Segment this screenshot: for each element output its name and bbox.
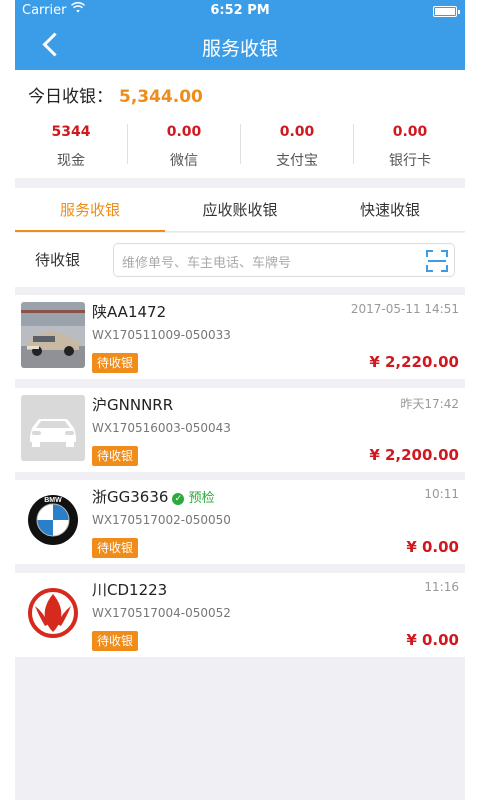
plate-text: 陕AA1472 <box>92 303 167 321</box>
order-date: 10:11 <box>424 487 459 501</box>
order-amount: ¥ 0.00 <box>406 631 459 649</box>
dongfeng-logo-icon <box>21 580 85 646</box>
order-date: 2017-05-11 14:51 <box>350 302 459 316</box>
plate-number: 沪GNNNRR <box>92 394 173 415</box>
today-amount: 5,344.00 <box>119 87 203 107</box>
cashier-summary: 今日收银： 5,344.00 5344 现金 0.00 微信 0.00 支付宝 0… <box>15 70 465 178</box>
plate-text: 川CD1223 <box>92 581 168 599</box>
list-item[interactable]: 川CD1223 11:16 WX170517004-050052 待收银 ¥ 0… <box>15 573 465 657</box>
payment-bank-card: 0.00 银行卡 <box>354 120 465 170</box>
order-number: WX170517004-050052 <box>92 606 231 620</box>
tab-bar: 服务收银 应收账收银 快速收银 <box>15 188 465 232</box>
page-title: 服务收银 <box>201 38 278 60</box>
payment-cash: 5344 现金 <box>15 120 127 170</box>
app-screen: Carrier 6:52 PM 服务收银 今日收银： 5,344.00 5344 … <box>15 0 465 800</box>
order-date: 11:16 <box>424 580 459 594</box>
payment-value: 0.00 <box>392 124 428 140</box>
order-number: WX170517002-050050 <box>92 513 231 527</box>
check-icon: ✓ <box>172 493 185 505</box>
tab-receivable-cashier[interactable]: 应收账收银 <box>165 188 315 232</box>
payment-wechat: 0.00 微信 <box>128 120 240 170</box>
payment-label: 支付宝 <box>276 153 318 169</box>
battery-icon <box>433 6 460 17</box>
status-bar: Carrier 6:52 PM <box>15 0 465 22</box>
payment-label: 银行卡 <box>389 153 431 169</box>
order-amount: ¥ 2,220.00 <box>369 353 459 371</box>
payment-alipay: 0.00 支付宝 <box>241 120 353 170</box>
plate-text: 浙GG3636 <box>92 488 169 506</box>
status-filter-label[interactable]: 待收银 <box>35 249 80 270</box>
status-badge: 待收银 <box>92 538 139 558</box>
tab-quick-cashier[interactable]: 快速收银 <box>315 188 465 232</box>
status-badge: 待收银 <box>92 446 139 466</box>
list-item[interactable]: 陕AA1472 2017-05-11 14:51 WX170511009-050… <box>15 295 465 379</box>
plate-number: 陕AA1472 <box>92 301 166 322</box>
tab-service-cashier[interactable]: 服务收银 <box>15 188 165 232</box>
list-item[interactable]: BMW 浙GG3636 ✓ 预检 10:11 WX170517002-050050… <box>15 480 465 564</box>
plate-number: 浙GG3636 ✓ 预检 <box>92 486 215 507</box>
nav-header: Carrier 6:52 PM 服务收银 <box>15 0 465 70</box>
tag-text: 预检 <box>188 491 215 506</box>
search-placeholder: 维修单号、车主电话、车牌号 <box>122 256 292 271</box>
plate-number: 川CD1223 <box>92 579 167 600</box>
payment-label: 现金 <box>57 153 85 169</box>
status-badge: 待收银 <box>92 353 139 373</box>
clock: 6:52 PM <box>210 3 270 18</box>
payment-value: 0.00 <box>279 124 315 140</box>
today-total: 今日收银： 5,344.00 <box>28 82 203 107</box>
plate-text: 沪GNNNRR <box>92 396 174 414</box>
order-number: WX170511009-050033 <box>92 328 231 342</box>
search-input[interactable]: 维修单号、车主电话、车牌号 <box>113 243 455 277</box>
bmw-logo-icon: BMW <box>21 487 85 553</box>
today-label: 今日收银： <box>28 87 113 107</box>
list-item[interactable]: 沪GNNNRR 昨天17:42 WX170516003-050043 待收银 ¥… <box>15 388 465 472</box>
status-badge: 待收银 <box>92 631 139 651</box>
order-number: WX170516003-050043 <box>92 421 231 435</box>
svg-text:BMW: BMW <box>44 497 62 504</box>
scan-icon[interactable] <box>426 250 448 272</box>
payment-value: 0.00 <box>166 124 202 140</box>
car-photo <box>21 302 85 368</box>
order-date: 昨天17:42 <box>400 397 459 411</box>
precheck-tag: ✓ 预检 <box>172 487 215 506</box>
payment-label: 微信 <box>170 153 198 169</box>
order-amount: ¥ 2,200.00 <box>369 446 459 464</box>
filter-bar: 待收银 维修单号、车主电话、车牌号 <box>15 233 465 287</box>
payment-value: 5344 <box>51 124 91 140</box>
car-placeholder-icon <box>21 395 85 461</box>
order-amount: ¥ 0.00 <box>406 538 459 556</box>
